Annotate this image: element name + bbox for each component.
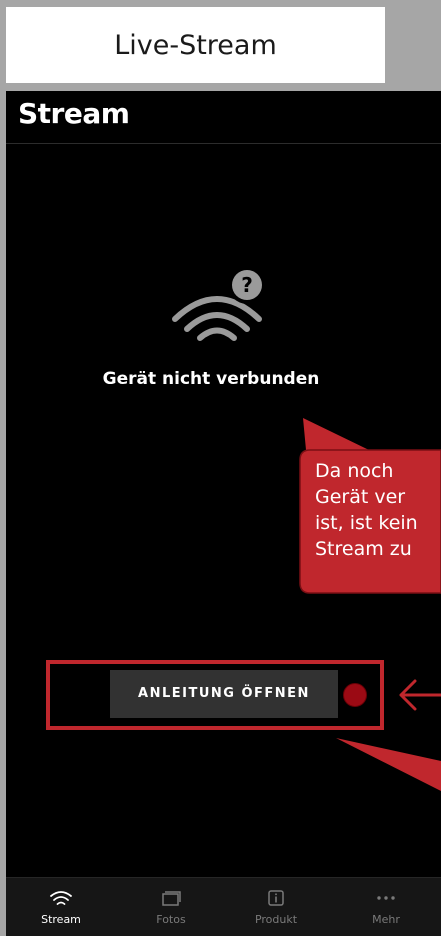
- wifi-icon: [50, 887, 72, 909]
- open-manual-button[interactable]: ANLEITUNG ÖFFNEN: [110, 670, 338, 718]
- tab-label: Fotos: [156, 913, 186, 926]
- callout-text: Da noch Gerät ver ist, ist kein Stream z…: [315, 458, 441, 562]
- tab-stream[interactable]: Stream: [11, 878, 111, 936]
- photos-icon: [161, 887, 181, 909]
- caption-title: Live-Stream: [6, 7, 385, 83]
- callout-line: Gerät ver: [315, 486, 406, 508]
- info-icon: [267, 887, 285, 909]
- tab-label: Produkt: [254, 913, 298, 926]
- callout-line: Da noch: [315, 460, 394, 482]
- tab-fotos[interactable]: Fotos: [121, 878, 221, 936]
- tab-mehr[interactable]: Mehr: [336, 878, 436, 936]
- tab-label: Mehr: [372, 913, 400, 926]
- callout-line: ist, ist kein: [315, 512, 418, 534]
- tab-produkt[interactable]: Produkt: [226, 878, 326, 936]
- app-screen: Stream ? Gerät nicht verbunden Da noch G…: [6, 91, 441, 936]
- more-icon: [376, 887, 396, 909]
- tab-bar: Stream Fotos Produkt Mehr: [6, 877, 441, 936]
- arrow-left-icon: [399, 679, 441, 711]
- tab-label: Stream: [41, 913, 81, 926]
- record-dot: [343, 683, 367, 707]
- callout-line: Stream zu: [315, 538, 412, 560]
